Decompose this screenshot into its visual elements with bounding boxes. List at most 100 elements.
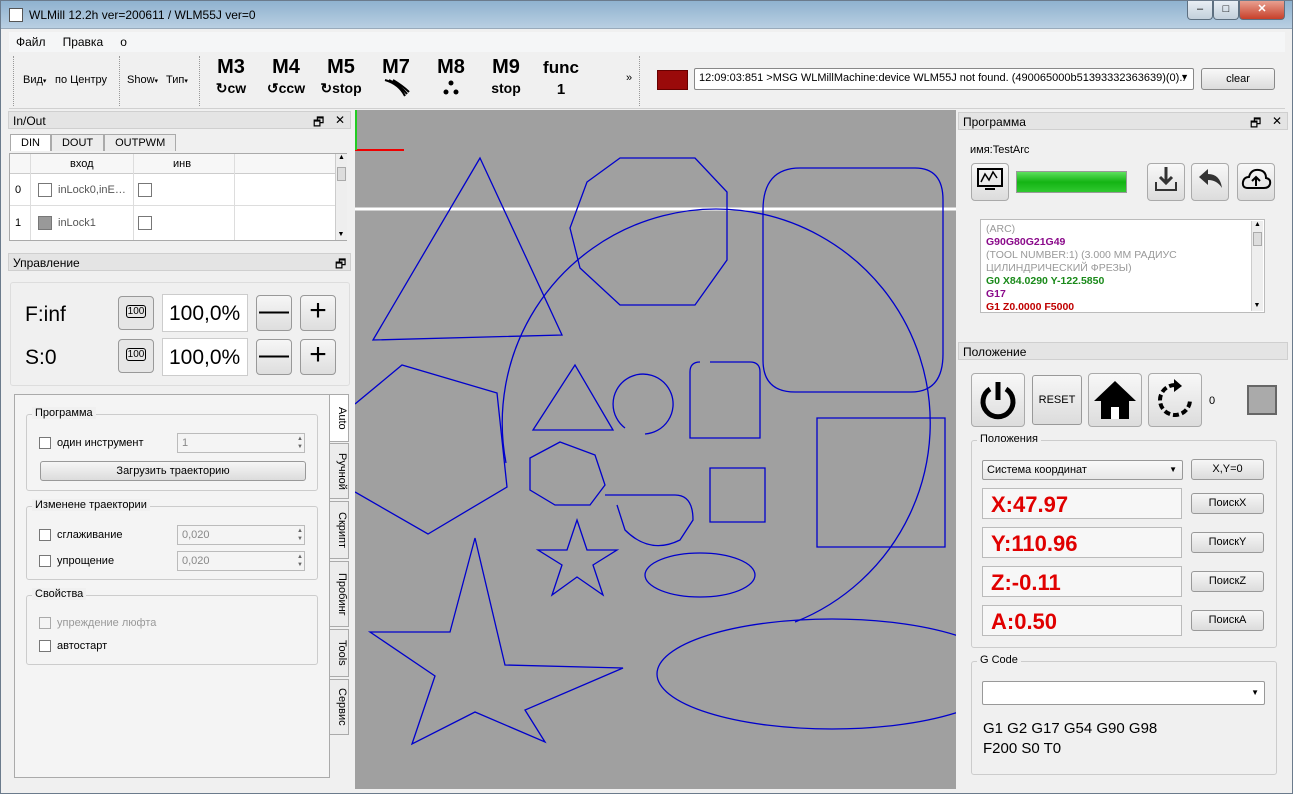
float-icon[interactable]: 🗗 [313,113,324,134]
gcode-line: G0 X84.0290 Y-122.5850 [986,275,1105,287]
m8-button[interactable]: M8 [427,56,475,103]
title-bar[interactable]: WLMill 12.2h ver=200611 / WLM55J ver=0 –… [1,1,1292,29]
close-button[interactable]: ✕ [1239,1,1285,20]
menu-o[interactable]: o [113,32,134,52]
minimize-button[interactable]: – [1187,1,1213,20]
simplify-spinbox[interactable]: 0,020 ▲ ▼ [177,551,305,571]
type-menu-button[interactable]: Тип▾ [166,74,188,86]
chevron-down-icon: ▼ [1251,688,1259,697]
home-button[interactable] [1088,373,1142,427]
close-icon[interactable]: ✕ [335,113,345,127]
menu-edit[interactable]: Правка [56,32,111,52]
feed-minus-button[interactable]: — [256,295,292,331]
m4-button[interactable]: M4 ↺ccw [262,56,310,98]
tab-auto[interactable]: Auto [329,394,349,442]
tab-service[interactable]: Сервис [329,679,349,735]
spindle-plus-button[interactable]: + [300,339,336,375]
modal-state-line2: F200 S0 T0 [983,740,1062,757]
search-z-button[interactable]: ПоискZ [1191,571,1264,592]
search-x-button[interactable]: ПоискX [1191,493,1264,514]
toolpath-viewport[interactable] [354,110,1008,789]
autostart-label: автостарт [57,640,108,652]
center-button[interactable]: по Центру [55,74,107,86]
tab-script[interactable]: Скрипт [329,501,349,559]
coolant-stop-icon: stop [491,80,521,96]
power-button[interactable] [971,373,1025,427]
m9-button[interactable]: M9 stop [482,56,530,98]
view-menu-button[interactable]: Вид▾ [23,74,46,86]
float-icon[interactable]: 🗗 [335,255,346,276]
toolbar-extension-button[interactable]: » [626,72,632,84]
rotate-button[interactable] [1148,373,1202,427]
one-tool-checkbox[interactable] [39,437,51,449]
reset-button[interactable]: RESET [1032,375,1082,425]
table-row: 1 inLock1 [10,207,335,239]
maximize-button[interactable]: □ [1213,1,1239,20]
m7-button[interactable]: M7 [372,56,420,103]
spindle-minus-button[interactable]: — [256,339,292,375]
inv-checkbox[interactable] [138,216,152,230]
func-button[interactable]: func 1 [537,56,585,100]
menu-file[interactable]: Файл [9,32,53,52]
gcode-line: (TOOL NUMBER:1) (3.000 ММ РАДИУС [986,249,1177,261]
x-coordinate: X:47.97 [982,488,1182,519]
xy-zero-button[interactable]: X,Y=0 [1191,459,1264,480]
undo-arrow-icon [1199,169,1222,188]
gcode-scrollbar[interactable]: ▲ ▼ [1251,221,1263,311]
toolbar: Вид▾ по Центру Show▾ Тип▾ M3 ↻cw M4 ↺ccw… [9,52,1285,109]
din-table: вход инв 0 inLock0,inE… 1 inLock1 ▲ ▼ [9,153,347,241]
download-button[interactable] [1147,163,1185,201]
search-a-button[interactable]: ПоискA [1191,610,1264,631]
autostart-checkbox[interactable] [39,640,51,652]
clear-button[interactable]: clear [1201,68,1275,90]
feed-plus-button[interactable]: + [300,295,336,331]
spindle-reset-100-button[interactable]: 100 [118,339,154,373]
load-trajectory-button[interactable]: Загрузить траекторию [40,461,306,481]
smooth-checkbox[interactable] [39,529,51,541]
auto-tab-page: Программа один инструмент 1 ▲ ▼ Загрузить … [14,394,330,778]
tab-probing[interactable]: Пробинг [329,561,349,627]
message-combo[interactable]: 12:09:03:851 >MSG WLMillMachine:device W… [694,68,1194,90]
tab-din[interactable]: DIN [10,134,51,151]
float-icon[interactable]: 🗗 [1250,114,1261,135]
gcode-line: ЦИЛИНДРИЧЕСКИЙ ФРЕЗЫ) [986,262,1132,274]
panel-title: Положение [963,345,1027,359]
position-panel-header: Положение [958,342,1288,360]
back-button[interactable] [1191,163,1229,201]
backlash-checkbox[interactable] [39,617,51,629]
control-panel-header: Управление 🗗 [8,253,351,271]
rotate-counter: 0 [1209,395,1216,407]
input-checkbox[interactable] [38,216,52,230]
group-label: Программа [32,407,96,419]
tab-manual[interactable]: Ручной [329,443,349,499]
tab-tools[interactable]: Tools [329,629,349,677]
gcode-group: G Code [971,654,1277,775]
inv-checkbox[interactable] [138,183,152,197]
show-menu-button[interactable]: Show▾ [127,74,158,86]
upload-cloud-button[interactable] [1237,163,1275,201]
m3-button[interactable]: M3 ↻cw [207,56,255,98]
close-icon[interactable]: ✕ [1272,114,1282,128]
monitor-chart-icon [977,168,1003,190]
cloud-upload-icon [1241,168,1272,189]
inout-panel-header: In/Out 🗗 ✕ [8,111,351,129]
simplify-checkbox[interactable] [39,555,51,567]
panel-title: In/Out [13,114,46,128]
rotate-ccw-icon: ↺ [266,80,279,96]
feed-reset-100-button[interactable]: 100 [118,296,154,330]
input-checkbox[interactable] [38,183,52,197]
m5-button[interactable]: M5 ↻stop [317,56,365,98]
home-icon [1094,381,1136,419]
coord-system-select[interactable]: Система координат ▼ [982,460,1183,480]
gcode-input[interactable]: ▼ [982,681,1265,705]
one-tool-spinbox[interactable]: 1 ▲ ▼ [177,433,305,453]
tab-outpwm[interactable]: OUTPWM [104,134,177,151]
scrollbar[interactable]: ▲ ▼ [335,154,347,240]
tab-dout[interactable]: DOUT [50,134,105,151]
search-y-button[interactable]: ПоискY [1191,532,1264,553]
power-icon [980,382,1016,420]
program-name: имя:TestArc [970,144,1030,156]
program-view-button[interactable] [971,163,1009,201]
smooth-spinbox[interactable]: 0,020 ▲ ▼ [177,525,305,545]
gcode-listing[interactable]: (ARC) G90G80G21G49 (TOOL NUMBER:1) (3.000 … [980,219,1265,313]
